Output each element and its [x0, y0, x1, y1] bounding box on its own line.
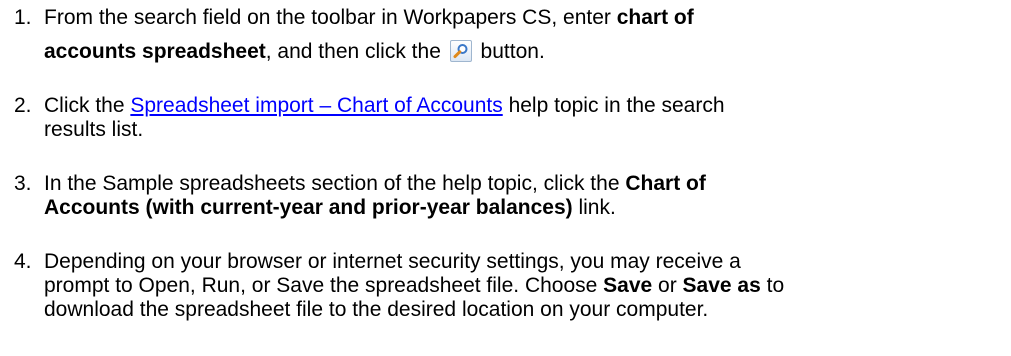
step-number: 1.	[14, 6, 32, 29]
step-text-segment: , and then click the	[265, 40, 441, 63]
step-text-segment: In the Sample spreadsheets section of th…	[44, 172, 626, 195]
search-term: accounts spreadsheet	[44, 40, 266, 63]
step-text-segment: Click the	[44, 94, 131, 117]
step-line: prompt to Open, Run, or Save the spreads…	[44, 274, 1004, 298]
step-line: results list.	[44, 118, 144, 141]
step-line: download the spreadsheet file to the des…	[44, 298, 709, 321]
step-text-segment: help topic in the search	[502, 94, 725, 117]
step-line: From the search field on the toolbar in …	[44, 6, 1004, 40]
step-text-segment: to	[760, 274, 785, 297]
link-name: Chart of	[625, 172, 706, 195]
step-text-segment: link.	[572, 196, 616, 219]
step-text-segment: prompt to Open, Run, or Save the spreads…	[44, 274, 604, 297]
step-line: Accounts (with current-year and prior-ye…	[44, 196, 1004, 220]
help-topic-link[interactable]: Spreadsheet import – Chart of Accounts	[130, 94, 502, 117]
save-as-option: Save as	[682, 274, 761, 297]
step-line: accounts spreadsheet, and then click the…	[44, 40, 1004, 64]
step-line: Click the Spreadsheet import – Chart of …	[44, 94, 1004, 118]
search-button[interactable]	[449, 40, 472, 62]
step-text-segment: button.	[474, 40, 545, 63]
step-number: 2.	[14, 94, 32, 117]
step-number: 3.	[14, 172, 32, 195]
step-line: In the Sample spreadsheets section of th…	[44, 172, 1004, 196]
search-term: chart of	[616, 6, 694, 29]
step-text-segment: or	[652, 274, 683, 297]
step-text: In the Sample spreadsheets section of th…	[44, 172, 1004, 220]
step-text: From the search field on the toolbar in …	[44, 6, 1004, 64]
step-line: Depending on your browser or internet se…	[44, 250, 741, 273]
step-number: 4.	[14, 250, 32, 273]
step-text: Depending on your browser or internet se…	[44, 250, 1004, 322]
save-option: Save	[603, 274, 653, 297]
link-name: Accounts (with current-year and prior-ye…	[44, 196, 573, 219]
step-text-segment: From the search field on the toolbar in …	[44, 6, 617, 29]
step-text: Click the Spreadsheet import – Chart of …	[44, 94, 1004, 142]
search-icon	[453, 44, 468, 59]
